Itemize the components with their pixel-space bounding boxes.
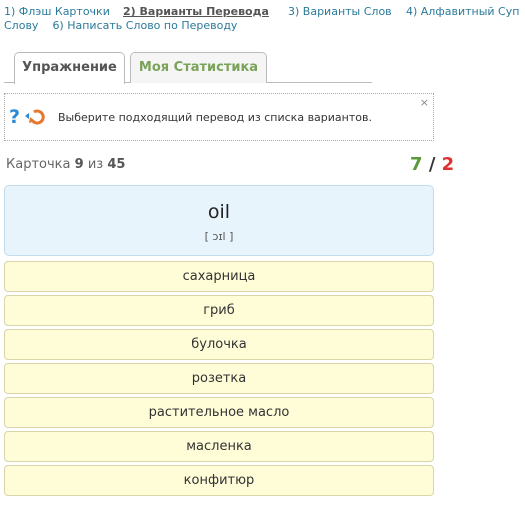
close-icon[interactable]: × [420, 96, 429, 109]
svg-text:?: ? [9, 106, 20, 127]
answer-option[interactable]: конфитюр [4, 465, 434, 496]
answer-option[interactable]: розетка [4, 363, 434, 394]
card-word: oil [207, 201, 231, 223]
answer-option[interactable]: гриб [4, 295, 434, 326]
tab-my-statistics[interactable]: Моя Статистика [130, 52, 267, 83]
nav-second-line: Слову 6) Написать Слово по Переводу [4, 19, 237, 33]
score-separator: / [428, 154, 436, 175]
help-swap-icon: ? [8, 105, 48, 128]
score: 7 / 2 [410, 154, 454, 175]
nav-translation-variants-link[interactable]: 2) Варианты Перевода [123, 5, 269, 19]
hint-text: Выберите подходящий перевод из списка ва… [58, 111, 372, 124]
tab-bar: Упражнение Моя Статистика [4, 48, 372, 84]
answer-option[interactable]: сахарница [4, 261, 434, 292]
score-wrong: 2 [441, 154, 455, 175]
counter-current: 9 [74, 157, 84, 172]
nav-alphabet-soup-link[interactable]: 4) Алфавитный Суп [406, 5, 519, 19]
nav-write-word-link[interactable]: 6) Написать Слово по Переводу [52, 19, 237, 32]
answer-option[interactable]: масленка [4, 431, 434, 462]
counter-of: из [87, 157, 104, 172]
nav-alphabet-soup-link-cont[interactable]: Слову [4, 19, 38, 32]
tab-exercise[interactable]: Упражнение [14, 52, 125, 84]
card-counter: Карточка 9 из 45 [6, 157, 125, 172]
nav-word-variants-link[interactable]: 3) Варианты Слов [288, 5, 392, 19]
exercise-nav: 1) Флэш Карточки 2) Варианты Перевода 3)… [4, 5, 525, 35]
nav-flash-cards-link[interactable]: 1) Флэш Карточки [4, 5, 110, 19]
counter-total: 45 [107, 157, 126, 172]
word-card: oil [ ɔɪl ] [4, 185, 434, 256]
score-correct: 7 [410, 154, 423, 175]
answer-option[interactable]: растительное масло [4, 397, 434, 428]
answer-option[interactable]: булочка [4, 329, 434, 360]
counter-label: Карточка [6, 157, 71, 172]
card-transcription: [ ɔɪl ] [204, 230, 234, 243]
hint-box: ? Выберите подходящий перевод из списка … [4, 93, 434, 141]
